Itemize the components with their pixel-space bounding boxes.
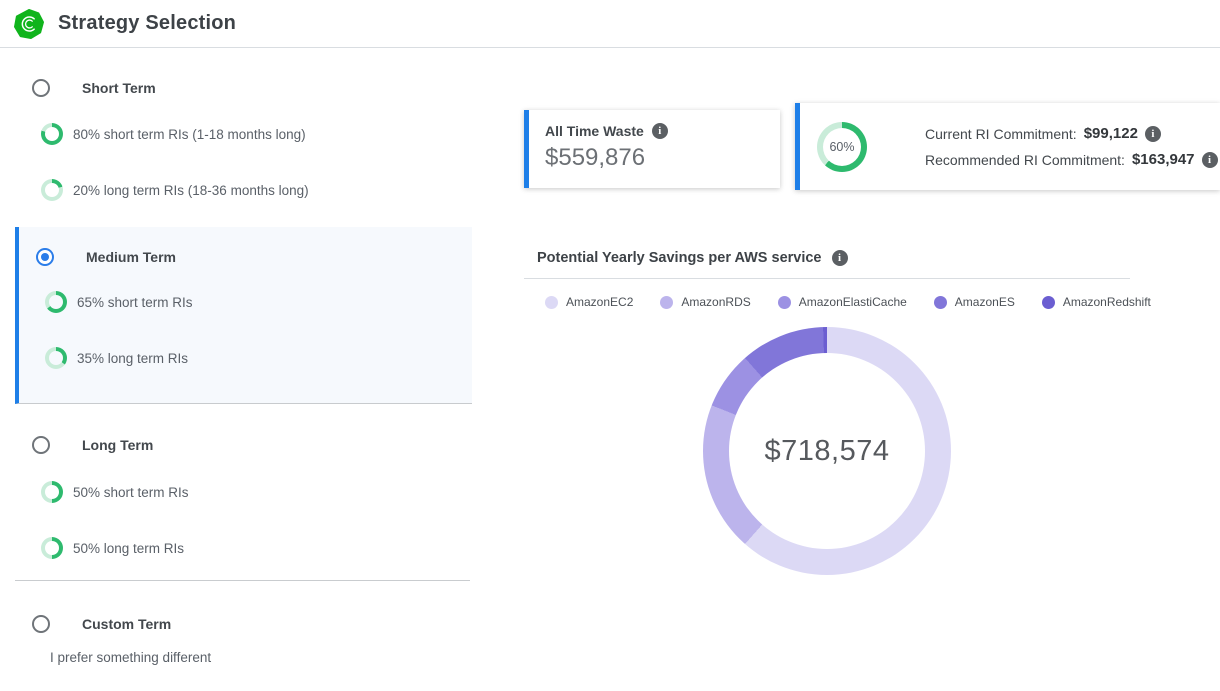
- long-term-option-1: 50% short term RIs: [15, 481, 189, 503]
- savings-chart-card: Potential Yearly Savings per AWS service…: [524, 240, 1130, 670]
- legend-dot: [1042, 296, 1055, 309]
- short-term-option-1: 80% short term RIs (1-18 months long): [15, 123, 306, 145]
- legend-item-amazones[interactable]: AmazonES: [934, 295, 1015, 309]
- recommended-ri-label: Recommended RI Commitment:: [925, 152, 1125, 168]
- all-time-waste-card: All Time Waste i $559,876: [524, 110, 780, 188]
- medium-term-option-1: 65% short term RIs: [19, 291, 193, 313]
- legend-item-amazonredshift[interactable]: AmazonRedshift: [1042, 295, 1151, 309]
- legend-item-amazonelasticache[interactable]: AmazonElastiCache: [778, 295, 907, 309]
- option-label: 50% short term RIs: [73, 485, 189, 500]
- legend-item-amazonrds[interactable]: AmazonRDS: [660, 295, 750, 309]
- brand-logo-icon: [14, 9, 44, 39]
- strategy-options-panel: Short Term 80% short term RIs (1-18 mont…: [15, 48, 472, 691]
- progress-ring-50a: [41, 481, 63, 503]
- radio-custom-term[interactable]: [32, 615, 50, 633]
- donut-center-value: $718,574: [765, 435, 890, 468]
- long-term-option-2: 50% long term RIs: [15, 537, 184, 559]
- strategy-selection-page: Strategy Selection Short Term 80% short …: [0, 0, 1220, 691]
- option-label: 80% short term RIs (1-18 months long): [73, 127, 306, 142]
- legend-dot: [778, 296, 791, 309]
- option-label: 35% long term RIs: [77, 351, 188, 366]
- custom-term-description: I prefer something different: [50, 650, 211, 665]
- ri-commitment-card: 60% Current RI Commitment: $99,122 i Rec…: [795, 103, 1220, 190]
- info-icon[interactable]: i: [832, 250, 848, 266]
- current-ri-value: $99,122: [1084, 125, 1138, 142]
- recommended-ri-value: $163,947: [1132, 151, 1195, 168]
- option-label: 50% long term RIs: [73, 541, 184, 556]
- strategy-short-term[interactable]: Short Term: [15, 79, 156, 97]
- chart-legend: AmazonEC2 AmazonRDS AmazonElastiCache Am…: [545, 295, 1130, 309]
- short-term-option-2: 20% long term RIs (18-36 months long): [15, 179, 309, 201]
- page-header: Strategy Selection: [0, 0, 1220, 48]
- commitment-progress-ring: 60%: [817, 122, 867, 172]
- strategy-custom-term[interactable]: Custom Term: [15, 615, 171, 633]
- waste-card-title: All Time Waste: [545, 123, 644, 139]
- progress-ring-80: [41, 123, 63, 145]
- option-label: 20% long term RIs (18-36 months long): [73, 183, 309, 198]
- legend-item-amazonec2[interactable]: AmazonEC2: [545, 295, 633, 309]
- current-ri-label: Current RI Commitment:: [925, 126, 1077, 142]
- page-title: Strategy Selection: [58, 12, 236, 35]
- strategy-label: Medium Term: [86, 249, 176, 265]
- medium-term-option-2: 35% long term RIs: [19, 347, 188, 369]
- recommended-ri-commitment-row: Recommended RI Commitment: $163,947 i: [925, 151, 1218, 168]
- strategy-medium-term-selected-box[interactable]: Medium Term 65% short term RIs 35% long …: [15, 227, 472, 404]
- info-icon[interactable]: i: [652, 123, 668, 139]
- strategy-medium-term[interactable]: Medium Term: [19, 248, 176, 266]
- info-icon[interactable]: i: [1145, 126, 1161, 142]
- savings-donut-chart: $718,574: [703, 327, 951, 575]
- current-ri-commitment-row: Current RI Commitment: $99,122 i: [925, 125, 1218, 142]
- section-divider: [15, 580, 470, 581]
- legend-dot: [934, 296, 947, 309]
- chart-title: Potential Yearly Savings per AWS service: [537, 250, 822, 266]
- radio-long-term[interactable]: [32, 436, 50, 454]
- progress-ring-35: [45, 347, 67, 369]
- progress-ring-50b: [41, 537, 63, 559]
- progress-ring-20: [41, 179, 63, 201]
- radio-medium-term-selected[interactable]: [36, 248, 54, 266]
- strategy-label: Long Term: [82, 437, 153, 453]
- commitment-ring-label: 60%: [823, 128, 861, 166]
- progress-ring-65: [45, 291, 67, 313]
- legend-dot: [545, 296, 558, 309]
- radio-short-term[interactable]: [32, 79, 50, 97]
- info-icon[interactable]: i: [1202, 152, 1218, 168]
- strategy-label: Short Term: [82, 80, 156, 96]
- strategy-label: Custom Term: [82, 616, 171, 632]
- legend-dot: [660, 296, 673, 309]
- waste-value: $559,876: [545, 144, 764, 172]
- strategy-long-term[interactable]: Long Term: [15, 436, 153, 454]
- option-label: 65% short term RIs: [77, 295, 193, 310]
